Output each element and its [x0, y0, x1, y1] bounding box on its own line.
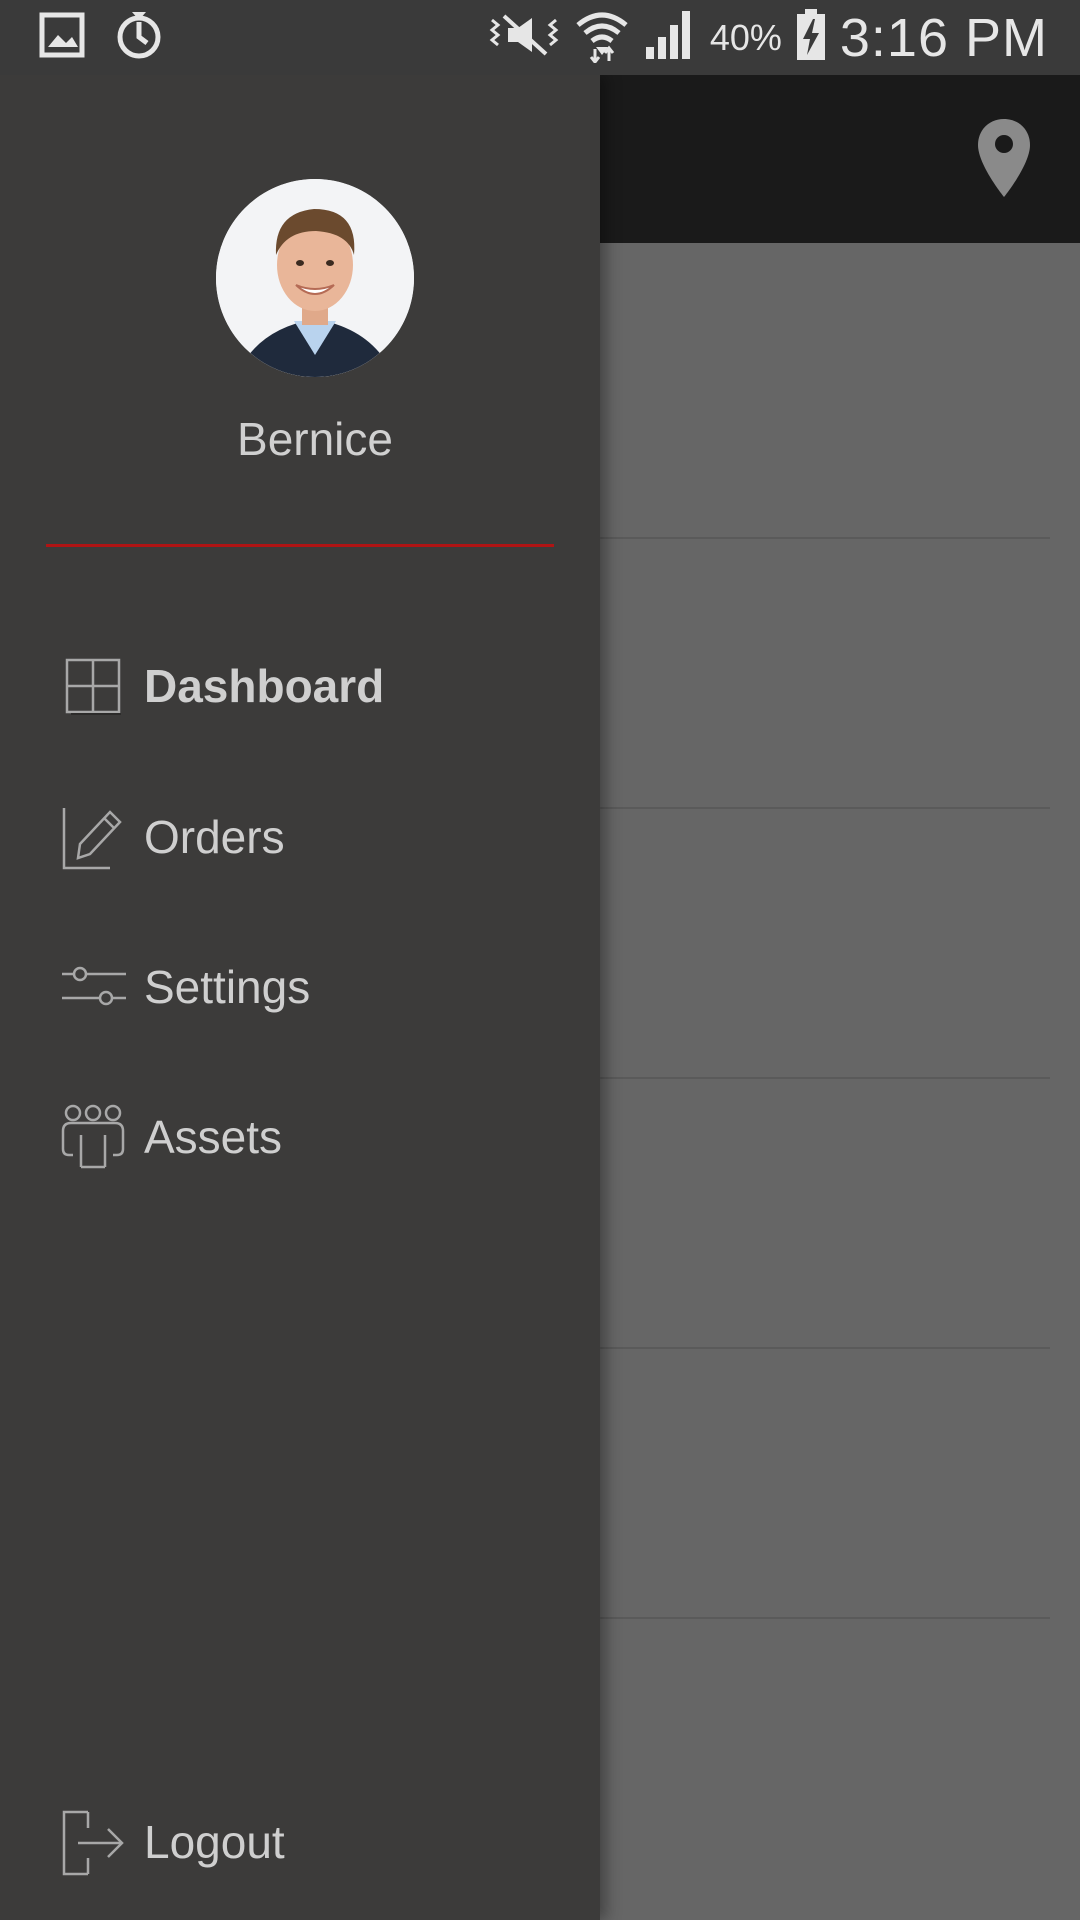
wifi-icon	[574, 7, 630, 68]
sync-notification-icon	[114, 10, 164, 65]
nav-item-dashboard[interactable]: Dashboard	[58, 641, 578, 731]
user-name: Bernice	[237, 413, 393, 465]
gallery-notification-icon	[38, 11, 86, 64]
nav-label-dashboard: Dashboard	[144, 660, 385, 712]
sliders-icon	[58, 952, 128, 1022]
logout-button[interactable]: Logout	[58, 1797, 578, 1887]
nav-item-settings[interactable]: Settings	[58, 942, 578, 1032]
dashboard-grid-icon	[58, 651, 128, 721]
avatar[interactable]	[216, 179, 414, 377]
clock: 3:16 PM	[839, 7, 1048, 68]
battery-percent: 40%	[709, 16, 782, 58]
nav-label-assets: Assets	[144, 1111, 283, 1163]
status-bar: 40% 3:16 PM	[0, 0, 1080, 75]
battery-charging-icon	[796, 9, 826, 66]
status-bar-system: 40% 3:16 PM	[488, 0, 1048, 75]
nav-label-orders: Orders	[144, 811, 285, 863]
header-divider	[46, 544, 554, 547]
location-pin-icon[interactable]	[976, 117, 1032, 199]
edit-pencil-icon	[58, 802, 128, 872]
cell-signal-icon	[644, 9, 696, 66]
nav-item-assets[interactable]: Assets	[58, 1092, 578, 1182]
logout-label: Logout	[144, 1816, 285, 1868]
people-group-icon	[58, 1102, 128, 1172]
logout-icon	[58, 1807, 128, 1877]
status-bar-notifications	[38, 10, 164, 65]
nav-label-settings: Settings	[144, 961, 311, 1013]
navigation-drawer: Bernice Dashboard Orders Settings Assets…	[0, 75, 600, 1920]
screen: 40% 3:16 PM Bernice Dashboard Orders Set…	[0, 0, 1080, 1920]
vibrate-mute-icon	[488, 10, 560, 65]
nav-item-orders[interactable]: Orders	[58, 792, 578, 882]
